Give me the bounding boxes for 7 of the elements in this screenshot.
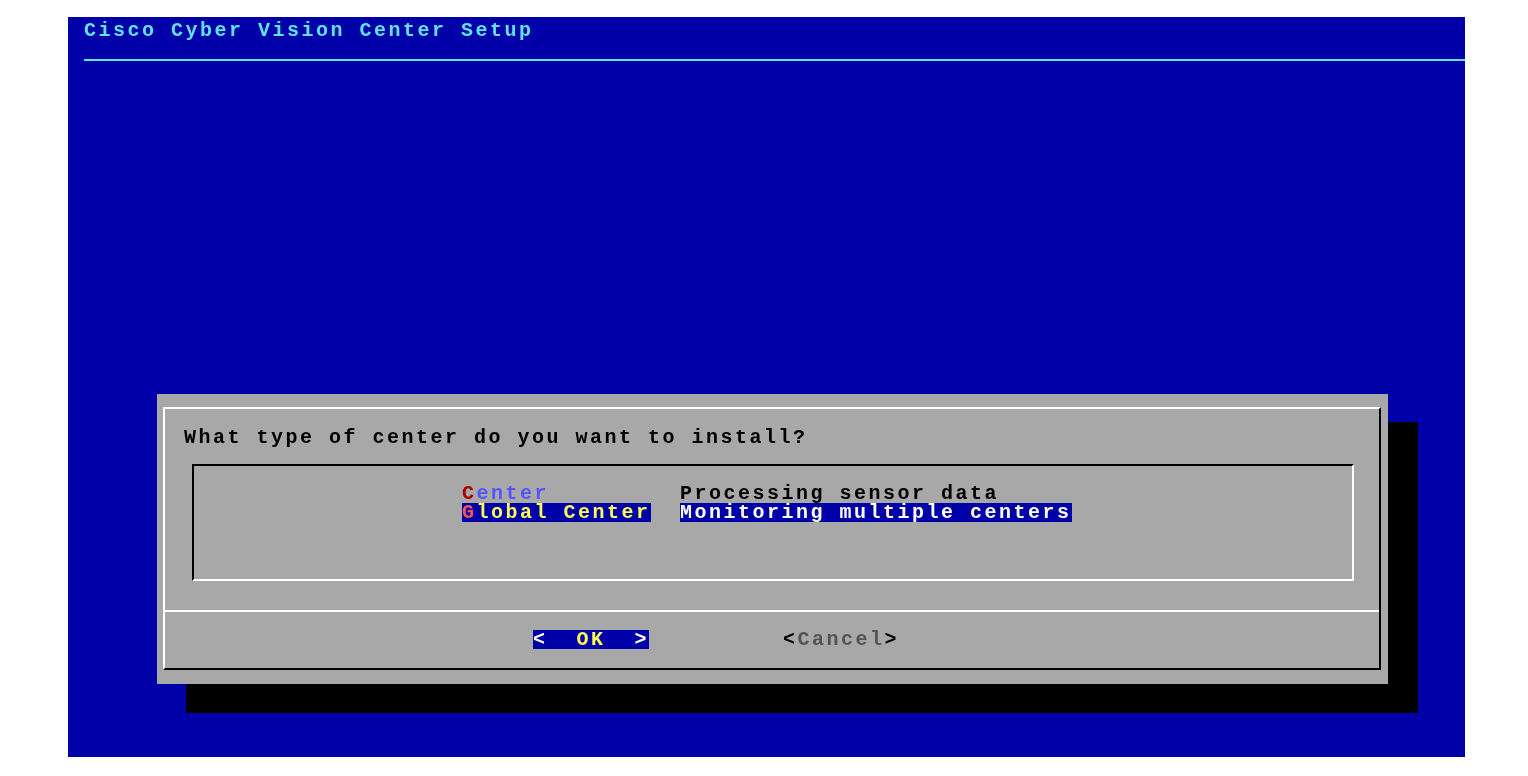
option-name[interactable]: Global Center bbox=[462, 503, 651, 522]
cancel-button[interactable]: <Cancel> bbox=[783, 630, 900, 649]
window-title: Cisco Cyber Vision Center Setup bbox=[84, 21, 535, 40]
dialog-prompt: What type of center do you want to install? bbox=[184, 428, 809, 447]
option-description: Monitoring multiple centers bbox=[680, 503, 1072, 522]
ok-button[interactable]: < OK > bbox=[533, 630, 650, 649]
option-description: Processing sensor data bbox=[680, 484, 1000, 503]
